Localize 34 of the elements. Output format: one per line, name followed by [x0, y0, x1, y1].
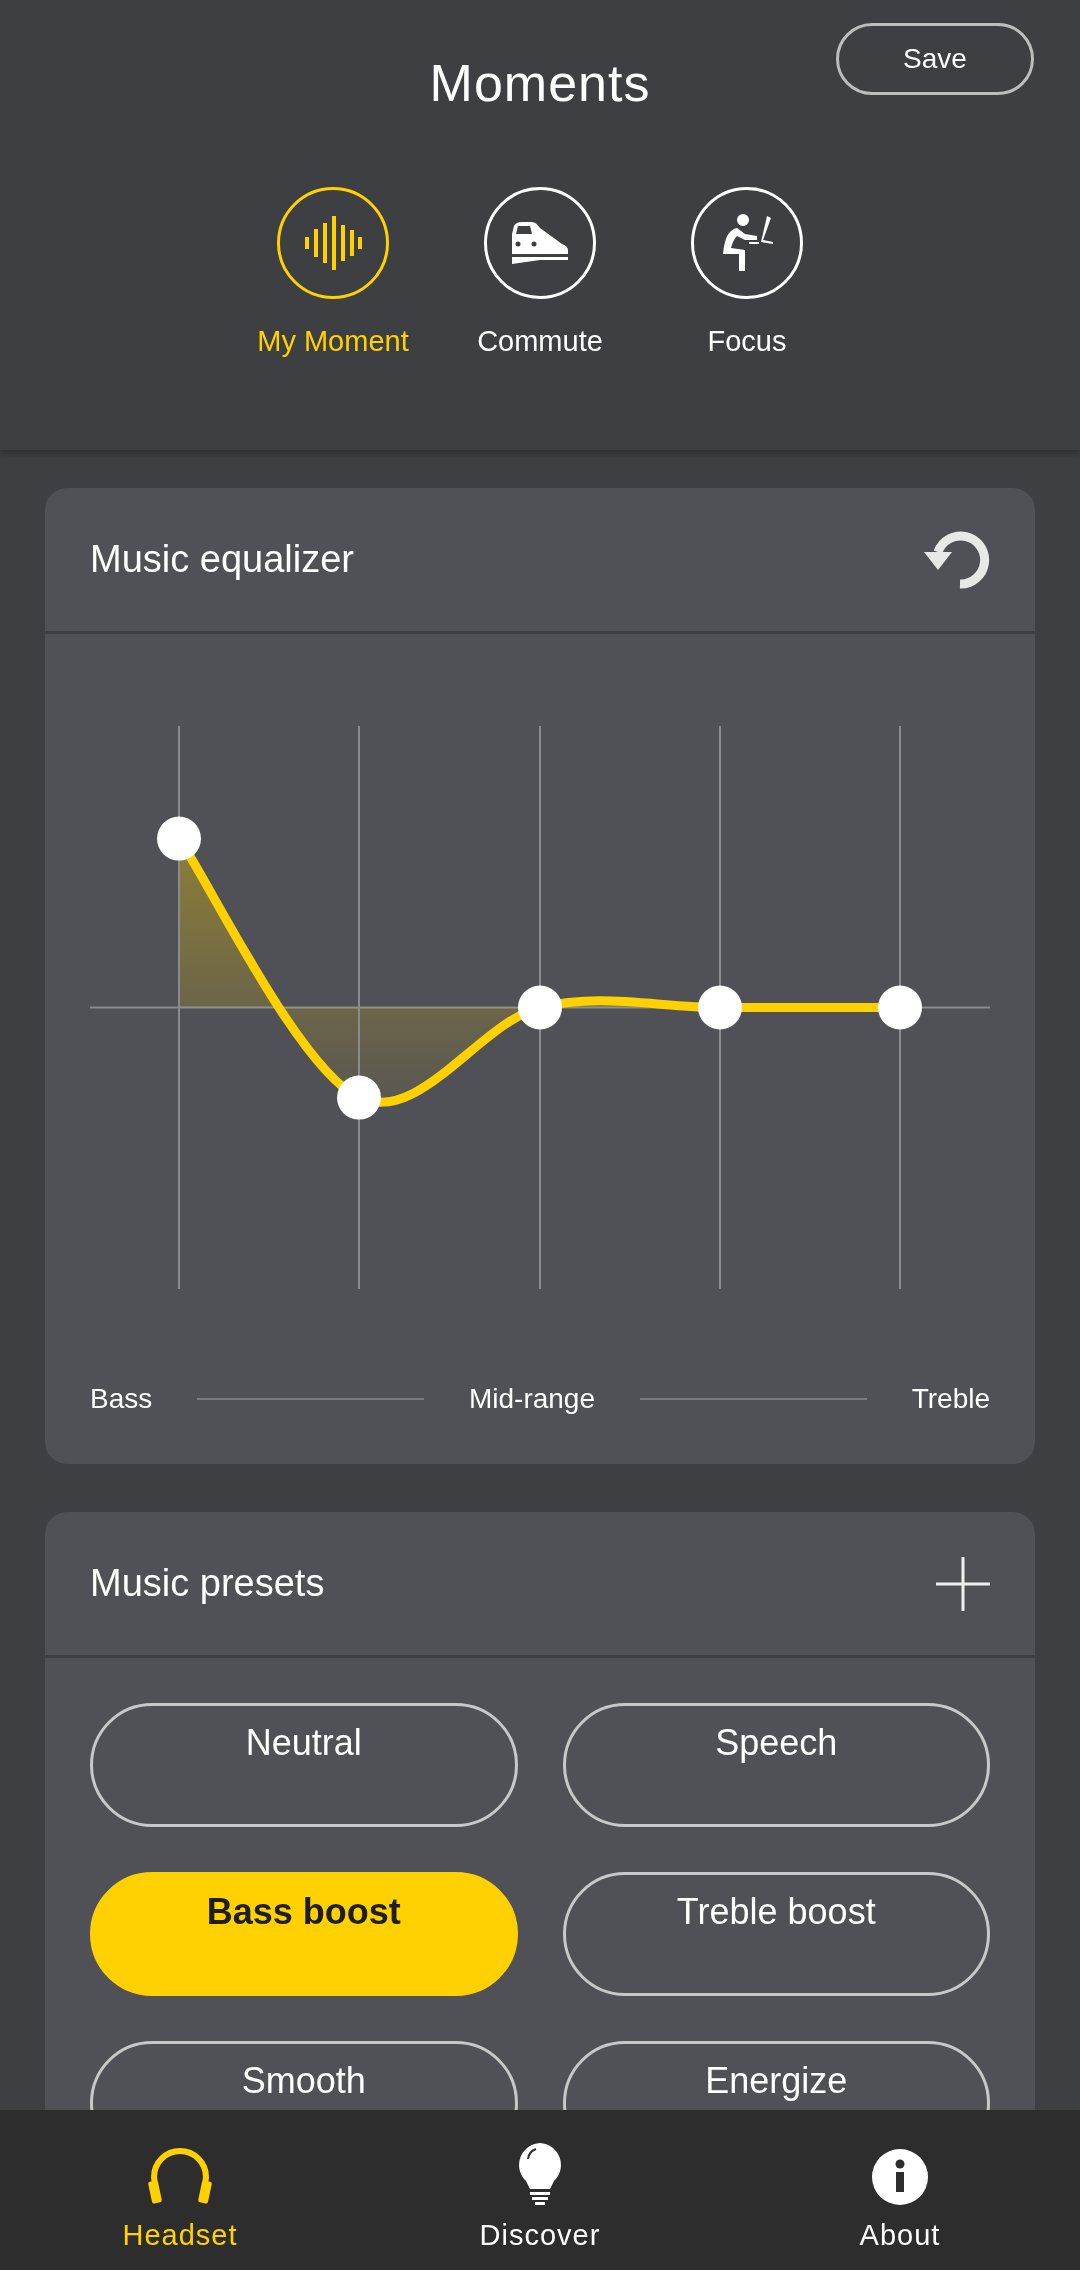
nav-tab[interactable]: About: [720, 2110, 1080, 2270]
preset-button[interactable]: Speech: [562, 1703, 990, 1827]
slider-track[interactable]: [157, 725, 201, 1290]
train-icon: [510, 222, 570, 264]
slider-track[interactable]: [698, 725, 742, 1290]
reset-icon[interactable]: [924, 529, 990, 590]
nav-tab[interactable]: Headset: [0, 2110, 360, 2270]
slider-thumb[interactable]: [698, 985, 742, 1030]
moment-label: Commute: [477, 325, 603, 358]
slider-thumb[interactable]: [157, 816, 201, 861]
sound-wave-icon: [303, 215, 363, 271]
card-title: Music presets: [90, 1562, 325, 1605]
range-label: Bass: [90, 1383, 153, 1415]
slider-thumb[interactable]: [518, 985, 562, 1030]
light-bulb-icon: [518, 2143, 562, 2205]
page-title: Moments: [429, 53, 651, 114]
preset-button[interactable]: Treble boost: [562, 1872, 990, 1996]
slider-track[interactable]: [878, 725, 922, 1290]
save-button[interactable]: Save: [836, 23, 1034, 95]
preset-button[interactable]: Bass boost: [90, 1872, 518, 1996]
moment-label: Focus: [707, 325, 787, 358]
nav-tab[interactable]: Discover: [360, 2110, 720, 2270]
range-label: Treble: [911, 1383, 990, 1415]
moment-button[interactable]: [277, 187, 389, 299]
slider-track[interactable]: [518, 725, 562, 1290]
info-icon: [872, 2149, 928, 2205]
add-icon[interactable]: [936, 1556, 990, 1611]
slider-thumb[interactable]: [337, 1075, 381, 1120]
range-label: Mid-range: [468, 1383, 595, 1415]
preset-button[interactable]: Neutral: [90, 1703, 518, 1827]
slider-track[interactable]: [337, 725, 381, 1290]
moment-label: My Moment: [257, 325, 409, 358]
slider-thumb[interactable]: [878, 985, 922, 1030]
card-title: Music equalizer: [90, 538, 354, 581]
